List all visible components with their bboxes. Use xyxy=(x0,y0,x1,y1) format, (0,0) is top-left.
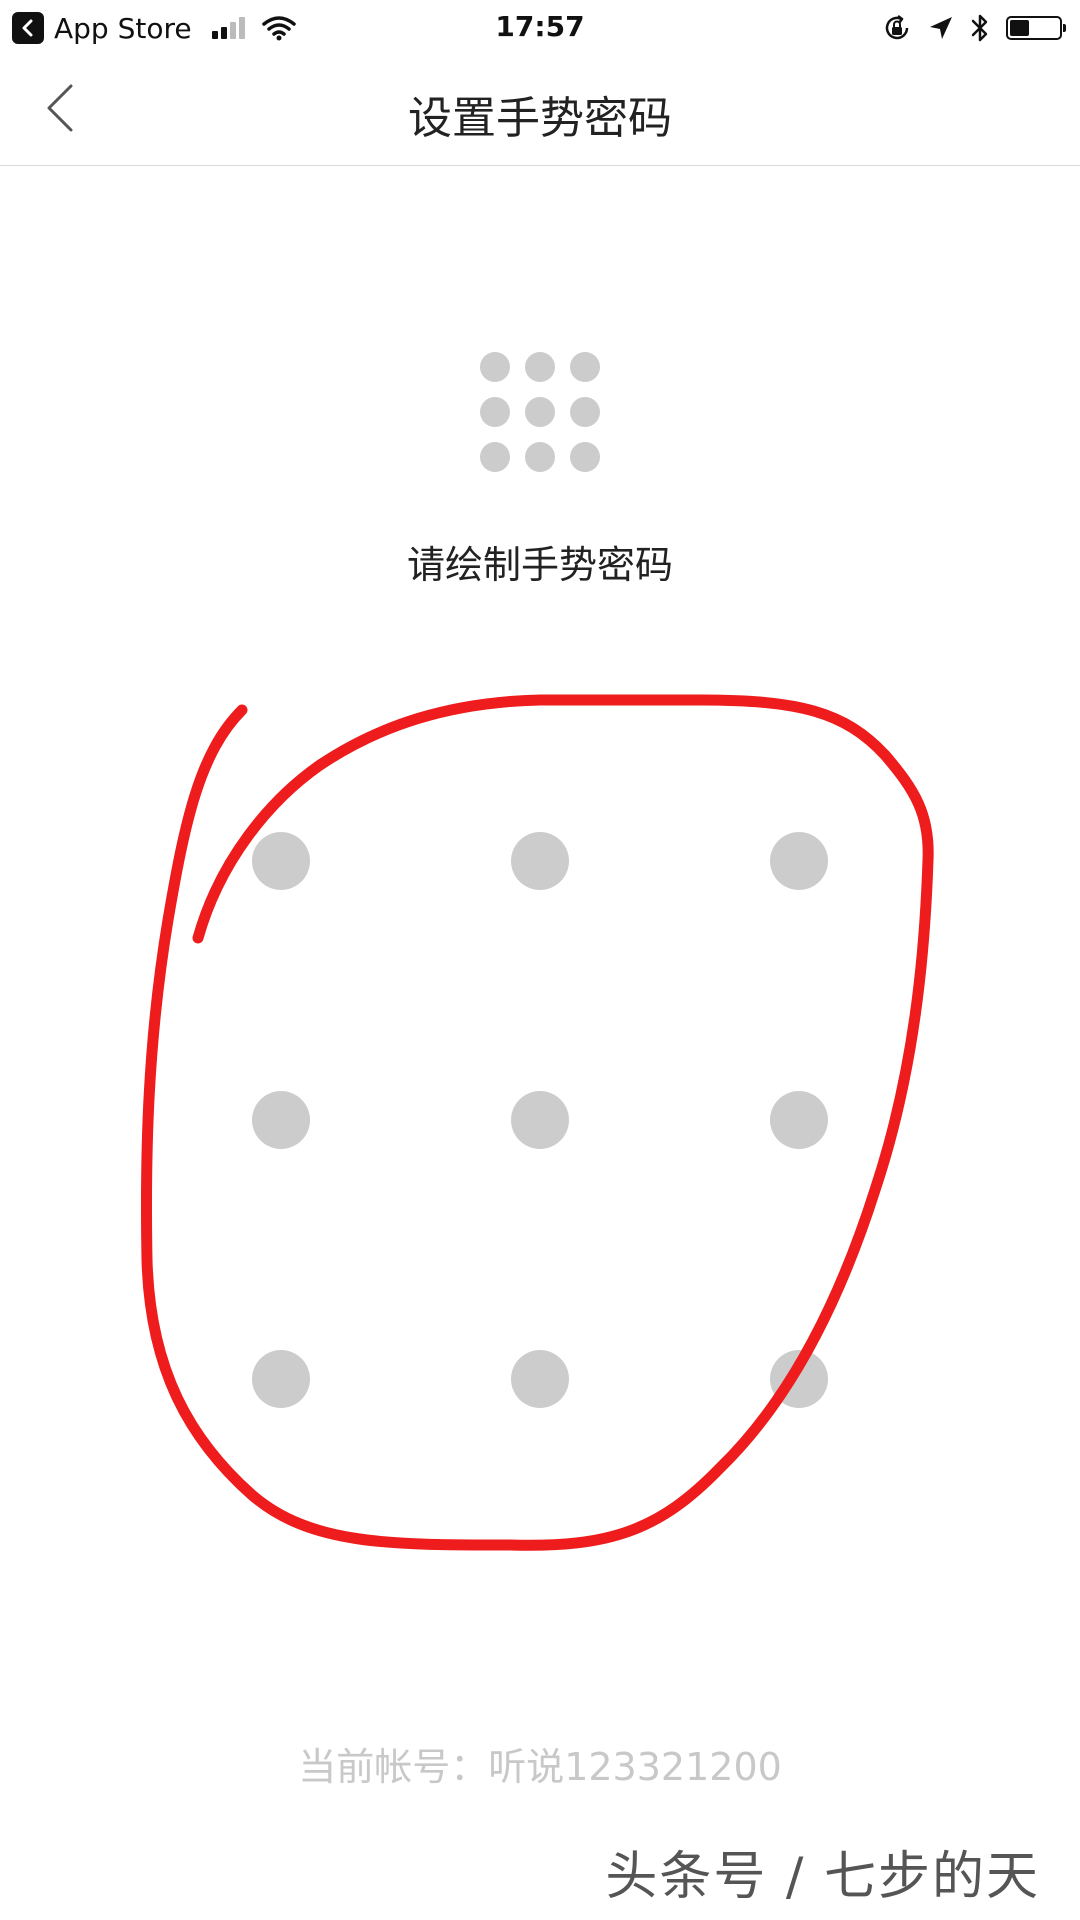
battery-fill xyxy=(1010,20,1029,36)
drawn-gesture-stroke xyxy=(140,694,934,1551)
gesture-dot[interactable] xyxy=(252,1350,310,1408)
current-account-label: 当前帐号：听说123321200 xyxy=(298,1745,782,1789)
preview-dot xyxy=(570,352,600,382)
bluetooth-icon xyxy=(971,14,988,42)
watermark-text: 头条号 / 七步的天 xyxy=(605,1847,1040,1907)
gesture-dot[interactable] xyxy=(511,1350,569,1408)
gesture-dot[interactable] xyxy=(770,1091,828,1149)
preview-dot xyxy=(525,352,555,382)
gesture-prompt: 请绘制手势密码 xyxy=(406,543,673,587)
battery-icon xyxy=(1006,16,1066,40)
orientation-lock-icon xyxy=(885,15,909,40)
nav-bar: 设置手势密码 xyxy=(0,56,1080,166)
page-title: 设置手势密码 xyxy=(408,93,672,144)
location-arrow-icon xyxy=(930,17,952,39)
status-right xyxy=(866,12,1066,44)
preview-dot xyxy=(480,397,510,427)
preview-dot xyxy=(525,397,555,427)
status-bar: App Store 17:57 xyxy=(0,0,1080,56)
gesture-dot[interactable] xyxy=(511,1091,569,1149)
preview-dot xyxy=(480,442,510,472)
preview-dot xyxy=(570,397,600,427)
gesture-dot[interactable] xyxy=(511,832,569,890)
preview-dot xyxy=(480,352,510,382)
preview-dot xyxy=(570,442,600,472)
gesture-dot[interactable] xyxy=(770,832,828,890)
preview-dot xyxy=(525,442,555,472)
gesture-dot[interactable] xyxy=(770,1350,828,1408)
gesture-pad[interactable] xyxy=(0,0,1080,1920)
gesture-dot[interactable] xyxy=(252,1091,310,1149)
gesture-dot[interactable] xyxy=(252,832,310,890)
gesture-preview-icon xyxy=(480,352,602,474)
